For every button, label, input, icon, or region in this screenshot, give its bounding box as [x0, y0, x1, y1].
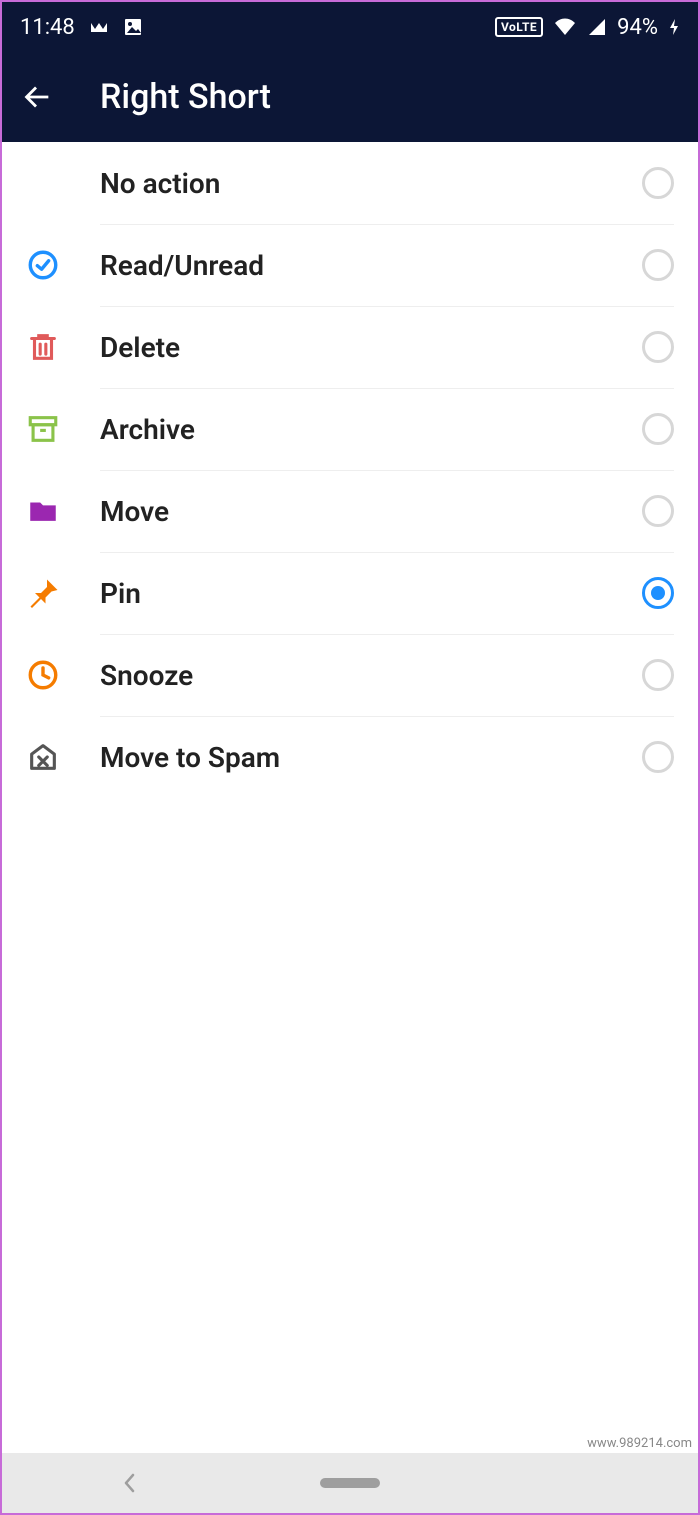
- radio-snooze[interactable]: [642, 659, 674, 691]
- option-label: Pin: [100, 577, 642, 610]
- radio-archive[interactable]: [642, 413, 674, 445]
- screen: 11:48 VoLTE 94% Right Short: [0, 0, 700, 1515]
- radio-move[interactable]: [642, 495, 674, 527]
- radio-spam[interactable]: [642, 741, 674, 773]
- pin-icon: [26, 575, 100, 611]
- option-label: Move: [100, 495, 642, 528]
- charging-icon: [668, 17, 680, 37]
- battery-text: 94%: [617, 15, 658, 40]
- nav-back-button[interactable]: [122, 1471, 138, 1495]
- option-pin[interactable]: Pin: [2, 552, 698, 634]
- radio-read-unread[interactable]: [642, 249, 674, 281]
- option-snooze[interactable]: Snooze: [2, 634, 698, 716]
- option-label: Snooze: [100, 659, 642, 692]
- folder-icon: [26, 494, 100, 528]
- option-label: Delete: [100, 331, 642, 364]
- option-label: Read/Unread: [100, 249, 642, 282]
- options-list: No action Read/Unread Delete Archive: [2, 142, 698, 1453]
- option-label: Archive: [100, 413, 642, 446]
- volte-badge: VoLTE: [495, 17, 543, 37]
- app-bar: Right Short: [2, 52, 698, 142]
- back-button[interactable]: [20, 80, 80, 114]
- check-circle-icon: [26, 248, 100, 282]
- watermark: www.989214.com: [587, 1436, 692, 1451]
- option-move[interactable]: Move: [2, 470, 698, 552]
- wifi-icon: [553, 17, 577, 37]
- cellular-icon: [587, 17, 607, 37]
- nav-home-button[interactable]: [320, 1478, 380, 1488]
- status-bar-right: VoLTE 94%: [495, 15, 680, 40]
- trash-icon: [26, 330, 100, 364]
- page-title: Right Short: [100, 77, 271, 117]
- option-read-unread[interactable]: Read/Unread: [2, 224, 698, 306]
- option-spam[interactable]: Move to Spam: [2, 716, 698, 798]
- nav-bar: [2, 1453, 698, 1513]
- spam-icon: [26, 740, 100, 774]
- image-icon: [123, 17, 143, 37]
- option-no-action[interactable]: No action: [2, 142, 698, 224]
- clock-icon: [26, 658, 100, 692]
- archive-icon: [26, 412, 100, 446]
- option-label: Move to Spam: [100, 741, 642, 774]
- status-bar: 11:48 VoLTE 94%: [2, 2, 698, 52]
- option-archive[interactable]: Archive: [2, 388, 698, 470]
- radio-no-action[interactable]: [642, 167, 674, 199]
- radio-delete[interactable]: [642, 331, 674, 363]
- status-bar-left: 11:48: [20, 15, 143, 40]
- prime-icon: [89, 20, 109, 34]
- option-delete[interactable]: Delete: [2, 306, 698, 388]
- status-time: 11:48: [20, 15, 75, 40]
- option-label: No action: [100, 167, 642, 200]
- radio-pin[interactable]: [642, 577, 674, 609]
